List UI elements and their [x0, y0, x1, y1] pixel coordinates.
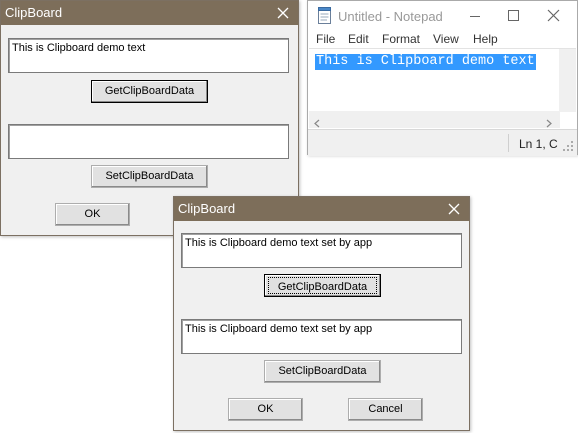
dialog-1-get-clipboard-label: GetClipBoardData — [104, 85, 195, 97]
dialog-2-ok-label: OK — [257, 403, 274, 415]
dialog-2-clipboard-text-field[interactable]: This is Clipboard demo text set by app — [181, 233, 462, 268]
notepad-title: Untitled - Notepad — [338, 9, 443, 24]
dialog-2-cancel-label: Cancel — [368, 403, 403, 415]
menu-edit[interactable]: Edit — [348, 32, 369, 46]
dialog-2-set-text-field[interactable]: This is Clipboard demo text set by app — [181, 319, 462, 354]
dialog-1-titlebar[interactable]: ClipBoard — [1, 1, 298, 25]
dialog-1-set-text-field[interactable] — [8, 124, 289, 159]
dialog-1-ok-button[interactable]: OK — [55, 203, 130, 226]
status-divider — [508, 134, 509, 152]
maximize-button[interactable] — [494, 1, 532, 31]
clipboard-dialog-2: ClipBoard This is Clipboard demo text se… — [173, 196, 470, 431]
dialog-2-set-clipboard-button[interactable]: SetClipBoardData — [264, 360, 381, 383]
dialog-1-set-clipboard-label: SetClipBoardData — [105, 170, 194, 182]
dialog-1-title: ClipBoard — [5, 5, 63, 20]
dialog-2-set-clipboard-label: SetClipBoardData — [278, 365, 367, 377]
notepad-titlebar[interactable]: Untitled - Notepad — [308, 1, 577, 31]
dialog-2-title: ClipBoard — [178, 201, 236, 216]
resize-grip-icon[interactable] — [563, 141, 575, 156]
dialog-2-titlebar[interactable]: ClipBoard — [174, 197, 469, 221]
dialog-1-clipboard-text-field[interactable]: This is Clipboard demo text — [8, 38, 289, 73]
horizontal-scrollbar[interactable] — [309, 111, 560, 128]
dialog-1-set-clipboard-button[interactable]: SetClipBoardData — [91, 165, 208, 188]
menu-help[interactable]: Help — [473, 32, 498, 46]
vertical-scrollbar[interactable] — [559, 49, 576, 112]
dialog-1-ok-label: OK — [84, 208, 101, 220]
notepad-statusbar: Ln 1, C — [308, 129, 577, 156]
selected-text[interactable]: This is Clipboard demo text — [315, 54, 536, 70]
cursor-position: Ln 1, C — [519, 137, 558, 151]
dialog-2-ok-button[interactable]: OK — [228, 398, 303, 421]
menu-view[interactable]: View — [433, 32, 459, 46]
menu-file[interactable]: File — [316, 32, 335, 46]
dialog-1-get-clipboard-button[interactable]: GetClipBoardData — [91, 80, 208, 103]
notepad-window: Untitled - Notepad File Edit Format View… — [307, 0, 578, 156]
notepad-app-icon — [318, 7, 331, 24]
minimize-button[interactable] — [456, 1, 494, 31]
dialog-2-cancel-button[interactable]: Cancel — [348, 398, 423, 421]
notepad-menubar: File Edit Format View Help — [308, 31, 577, 48]
notepad-close-button[interactable] — [534, 1, 572, 31]
menu-format[interactable]: Format — [382, 32, 420, 46]
dialog-2-get-clipboard-label: GetClipBoardData — [268, 277, 377, 294]
dialog-2-get-clipboard-button[interactable]: GetClipBoardData — [264, 274, 381, 297]
dialog-1-close-button[interactable] — [268, 1, 298, 25]
dialog-2-close-button[interactable] — [439, 197, 469, 221]
